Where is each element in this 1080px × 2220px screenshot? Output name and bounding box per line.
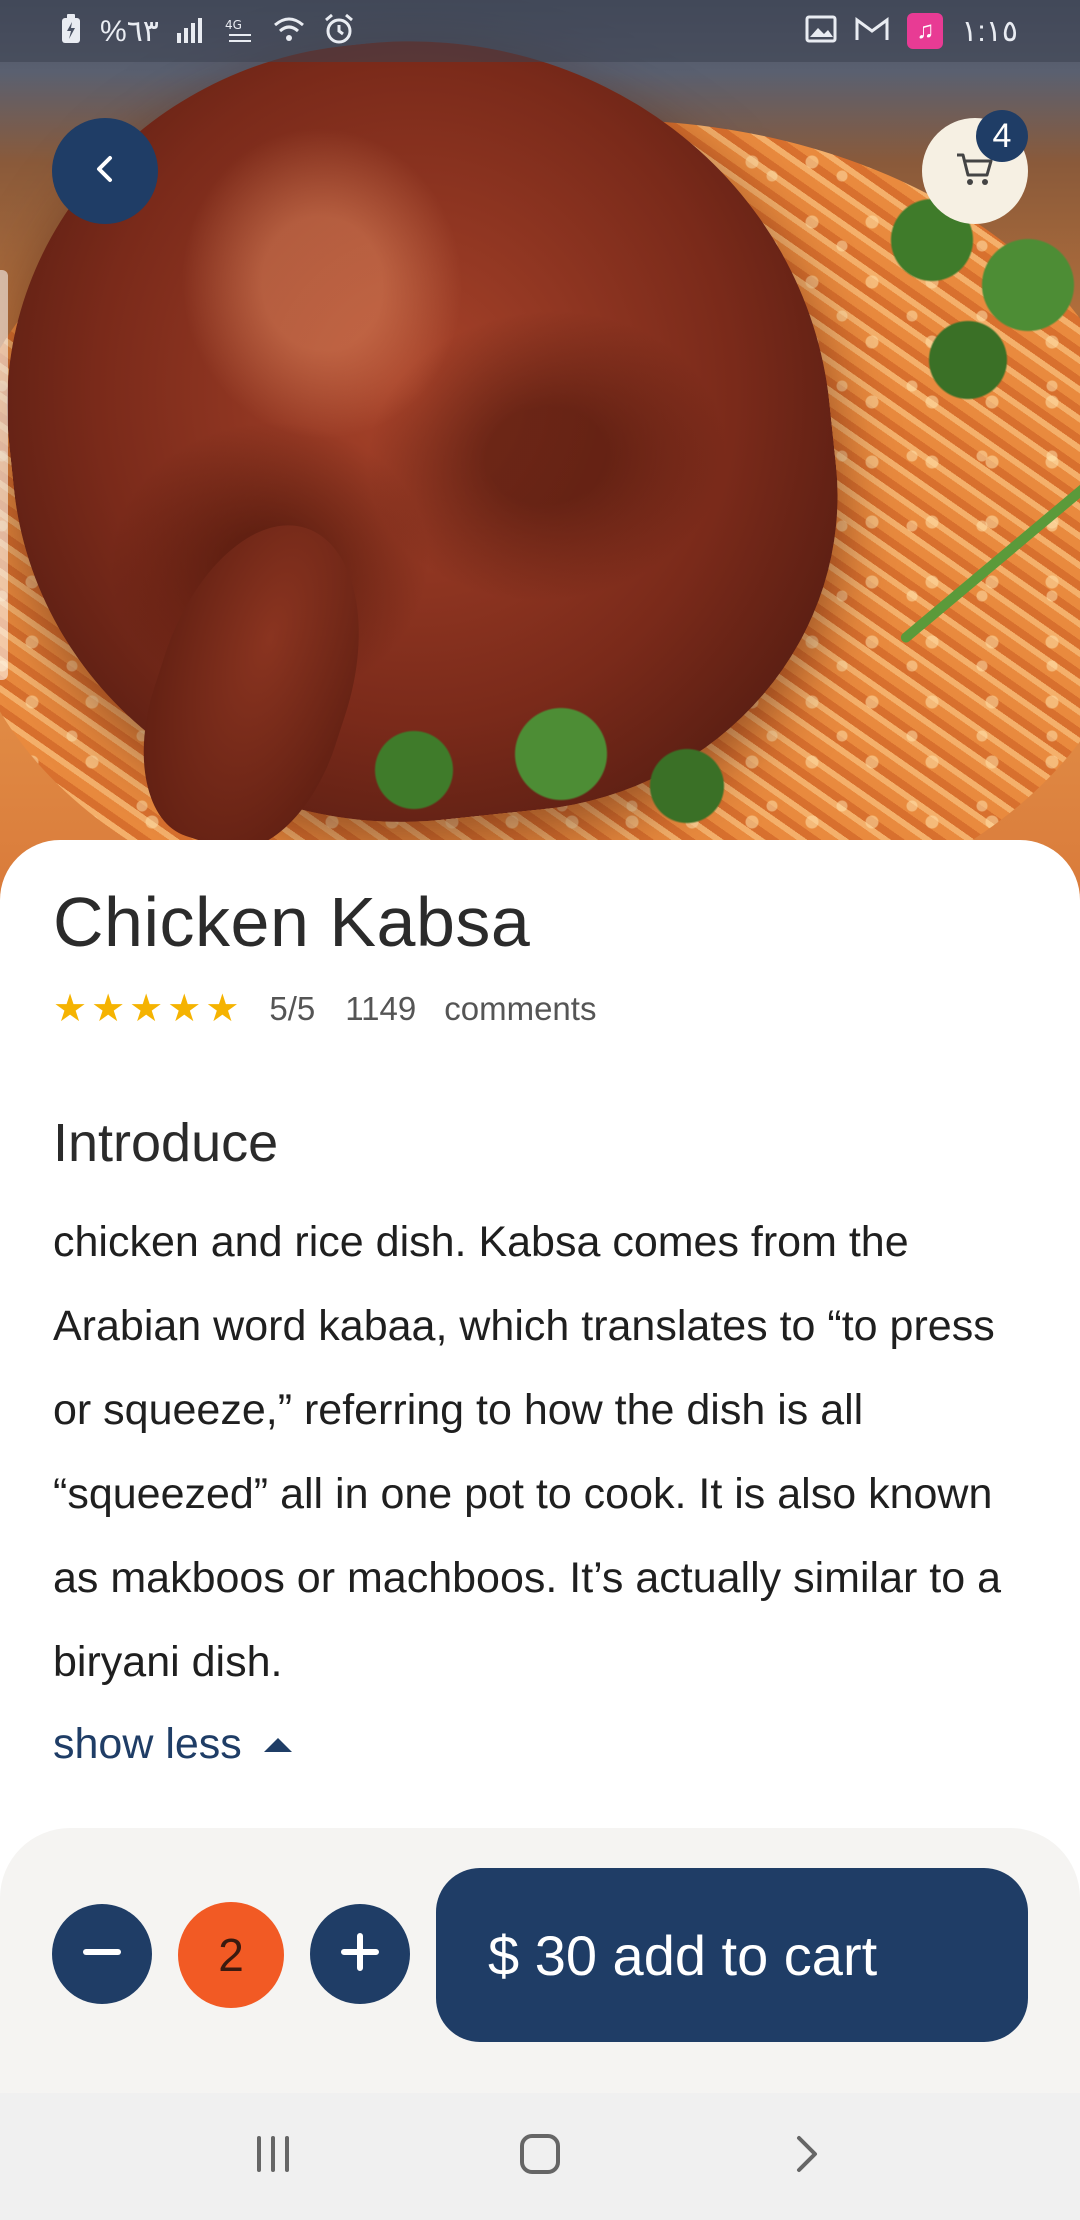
home-icon: [518, 2132, 562, 2181]
show-less-toggle[interactable]: show less: [53, 1720, 292, 1769]
star-rating: ★ ★ ★ ★ ★: [53, 990, 239, 1028]
system-nav-bar: [0, 2093, 1080, 2220]
battery-percent: %٦٣: [100, 14, 159, 48]
minus-icon: [78, 1928, 126, 1981]
rating-value: 5/5: [269, 990, 316, 1027]
battery-charging-icon: [60, 13, 82, 49]
wifi-icon: [273, 15, 305, 48]
chevron-right-icon: [787, 2132, 827, 2181]
alarm-icon: [323, 13, 355, 50]
home-button[interactable]: [500, 2117, 580, 2197]
music-app-icon: ♫: [907, 13, 944, 49]
plus-icon: [336, 1928, 384, 1981]
star-icon: ★: [53, 988, 88, 1030]
show-less-label: show less: [53, 1720, 242, 1768]
svg-text:4G: 4G: [225, 18, 242, 32]
product-details: Chicken Kabsa ★ ★ ★ ★ ★ 5/5 1149 comment…: [0, 840, 1080, 1840]
gmail-icon: [855, 16, 889, 47]
recents-icon: [251, 2134, 295, 2179]
back-button[interactable]: [52, 118, 158, 224]
network-4g-icon: 4G: [225, 15, 255, 48]
status-left: %٦٣ 4G: [60, 13, 355, 50]
status-bar: %٦٣ 4G ♫ ١:١٥: [0, 0, 1080, 62]
recents-button[interactable]: [233, 2117, 313, 2197]
add-to-cart-button[interactable]: $ 30 add to cart: [436, 1868, 1028, 2042]
star-icon: ★: [91, 988, 126, 1030]
cart-count-badge: 4: [976, 110, 1028, 162]
increase-quantity-button[interactable]: [310, 1904, 410, 2004]
comments-link[interactable]: comments: [444, 990, 596, 1028]
hero-food-image: [0, 0, 1080, 905]
forward-button[interactable]: [767, 2117, 847, 2197]
status-right: ♫ ١:١٥: [805, 13, 1018, 49]
quantity-value: 2: [178, 1902, 284, 2008]
edge-panel-handle[interactable]: [0, 270, 8, 680]
comments-count: 1149: [345, 990, 417, 1027]
star-icon: ★: [129, 988, 164, 1030]
rating-row: ★ ★ ★ ★ ★ 5/5 1149 comments: [53, 990, 596, 1028]
signal-icon: [176, 15, 207, 48]
clock: ١:١٥: [961, 14, 1018, 48]
parsley-garnish-bottom: [330, 690, 750, 850]
intro-text: chicken and rice dish. Kabsa comes from …: [53, 1218, 1001, 1686]
star-icon: ★: [205, 988, 240, 1030]
caret-up-icon: [263, 1737, 292, 1752]
product-title: Chicken Kabsa: [53, 883, 531, 961]
star-icon: ★: [167, 988, 202, 1030]
gallery-icon: [805, 15, 837, 48]
cart-action-bar: 2 $ 30 add to cart: [0, 1828, 1080, 2093]
intro-heading: Introduce: [53, 1113, 279, 1173]
chevron-left-icon: [88, 152, 122, 191]
decrease-quantity-button[interactable]: [52, 1904, 152, 2004]
